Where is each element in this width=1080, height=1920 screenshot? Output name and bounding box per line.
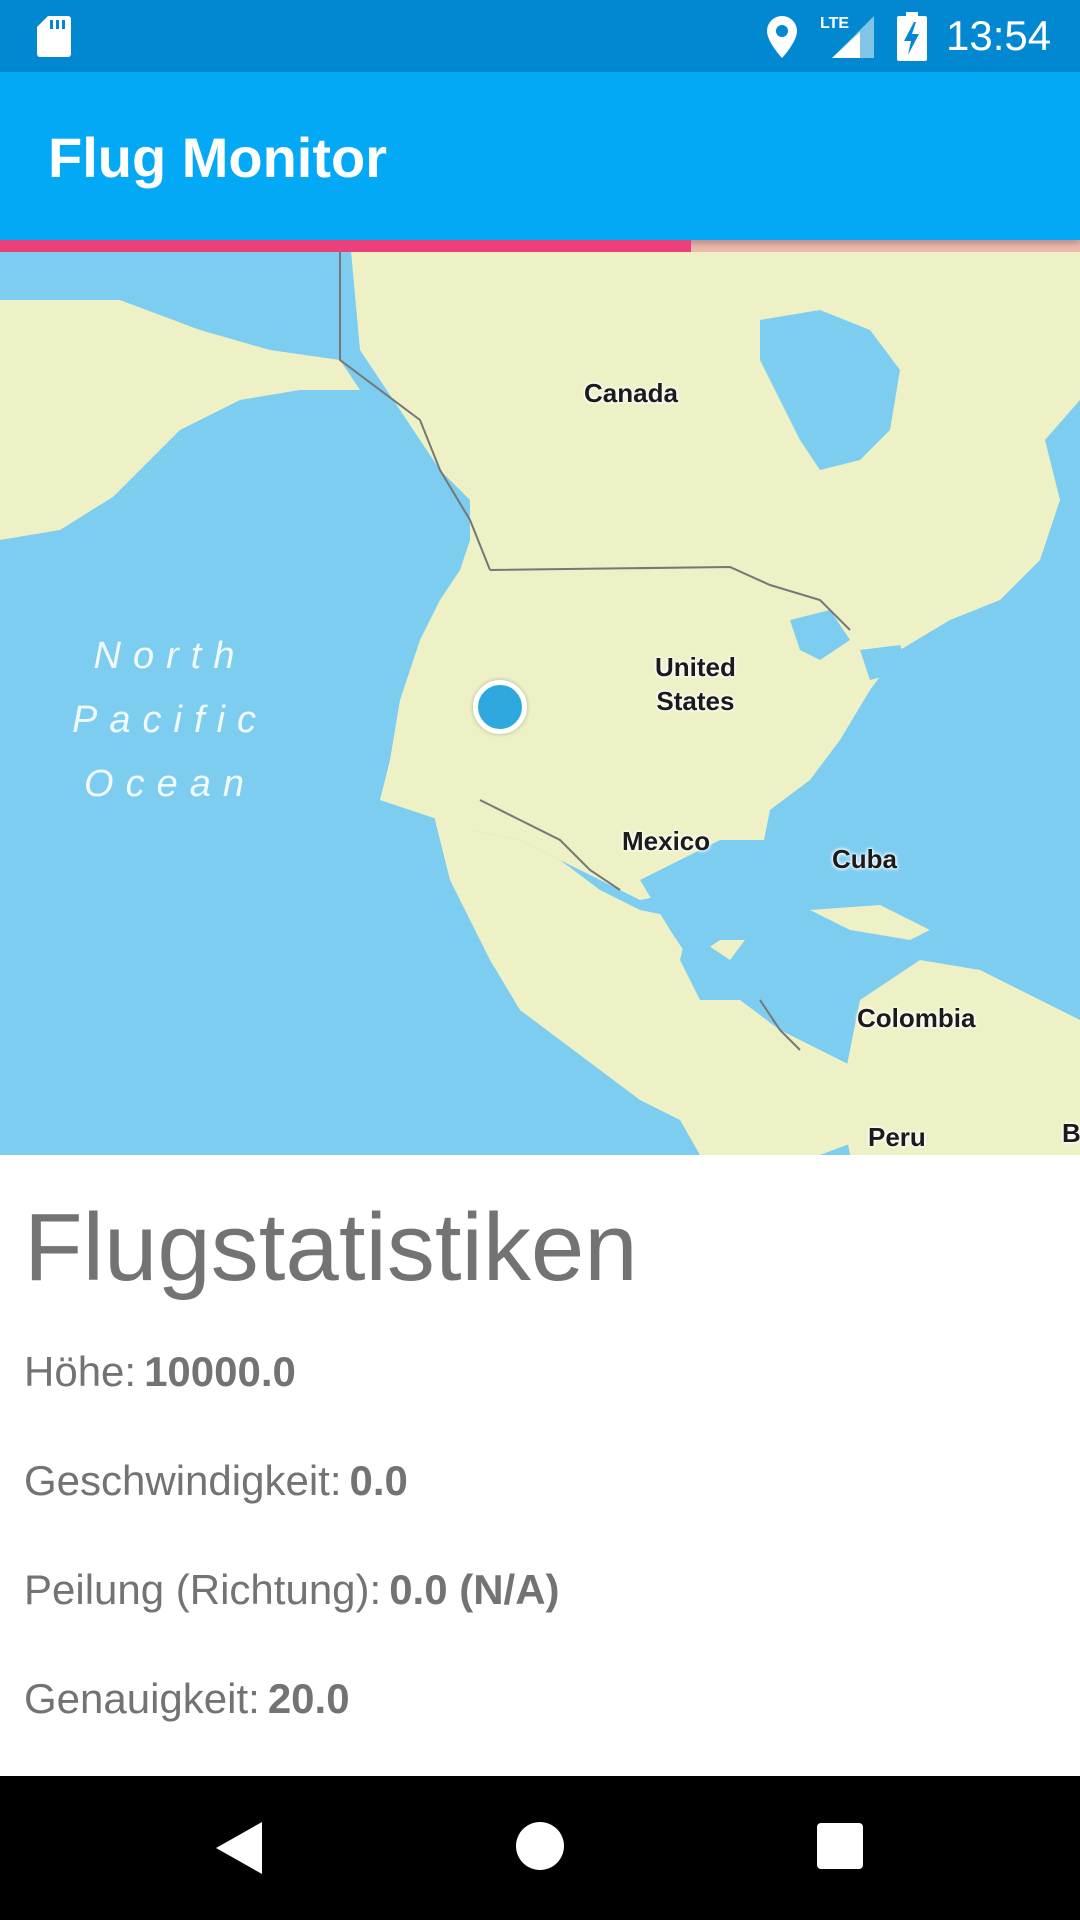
map-label-peru: Peru [868, 1122, 926, 1152]
ocean-label-line-1: North [93, 635, 247, 677]
stat-accuracy-label: Genauigkeit: [24, 1675, 260, 1722]
progress-fill [0, 240, 692, 252]
stat-bearing: Peilung (Richtung): 0.0 (N/A) [24, 1565, 560, 1615]
app-bar: Flug Monitor [0, 72, 1080, 240]
lte-label: LTE [820, 15, 849, 32]
progress-bar [0, 240, 1080, 252]
stat-bearing-value: 0.0 (N/A) [389, 1566, 560, 1613]
stat-altitude: Höhe: 10000.0 [24, 1347, 296, 1397]
map-label-colombia: Colombia [857, 1003, 976, 1033]
stat-bearing-label: Peilung (Richtung): [24, 1566, 382, 1613]
stat-accuracy: Genauigkeit: 20.0 [24, 1674, 350, 1724]
back-icon[interactable] [214, 1820, 264, 1876]
stats-title: Flugstatistiken [24, 1194, 638, 1301]
stat-altitude-value: 10000.0 [144, 1348, 296, 1395]
clock: 13:54 [946, 12, 1052, 59]
flight-stats-panel: Flugstatistiken Höhe: 10000.0 Geschwindig… [0, 1155, 1080, 1775]
stat-speed: Geschwindigkeit: 0.0 [24, 1456, 408, 1506]
map-label-united-states: United States [655, 652, 736, 716]
map-view[interactable]: Canada United States Mexico Cuba Colombi… [0, 240, 1080, 1155]
stat-speed-value: 0.0 [349, 1457, 408, 1504]
map-label-canada: Canada [584, 378, 678, 408]
sd-card-icon [37, 16, 71, 57]
lte-signal-icon: LTE [820, 15, 874, 58]
stat-altitude-label: Höhe: [24, 1348, 137, 1395]
app-title: Flug Monitor [48, 126, 388, 189]
ocean-label-line-3: Ocean [84, 763, 256, 805]
location-icon [767, 16, 797, 58]
battery-charging-icon [897, 12, 927, 61]
stat-speed-label: Geschwindigkeit: [24, 1457, 342, 1504]
navigation-bar [0, 1776, 1080, 1920]
ocean-label-line-2: Pacific [72, 699, 268, 741]
map-label-cuba: Cuba [832, 844, 897, 874]
current-location-marker[interactable] [473, 680, 527, 734]
ocean-label: North Pacific Ocean [60, 624, 280, 816]
stat-accuracy-value: 20.0 [267, 1675, 350, 1722]
map-label-mexico: Mexico [622, 826, 711, 856]
home-icon[interactable] [516, 1822, 564, 1870]
map-label-edge: B [1062, 1118, 1080, 1148]
status-bar: LTE 13:54 [0, 0, 1080, 72]
recent-apps-icon[interactable] [817, 1823, 863, 1869]
